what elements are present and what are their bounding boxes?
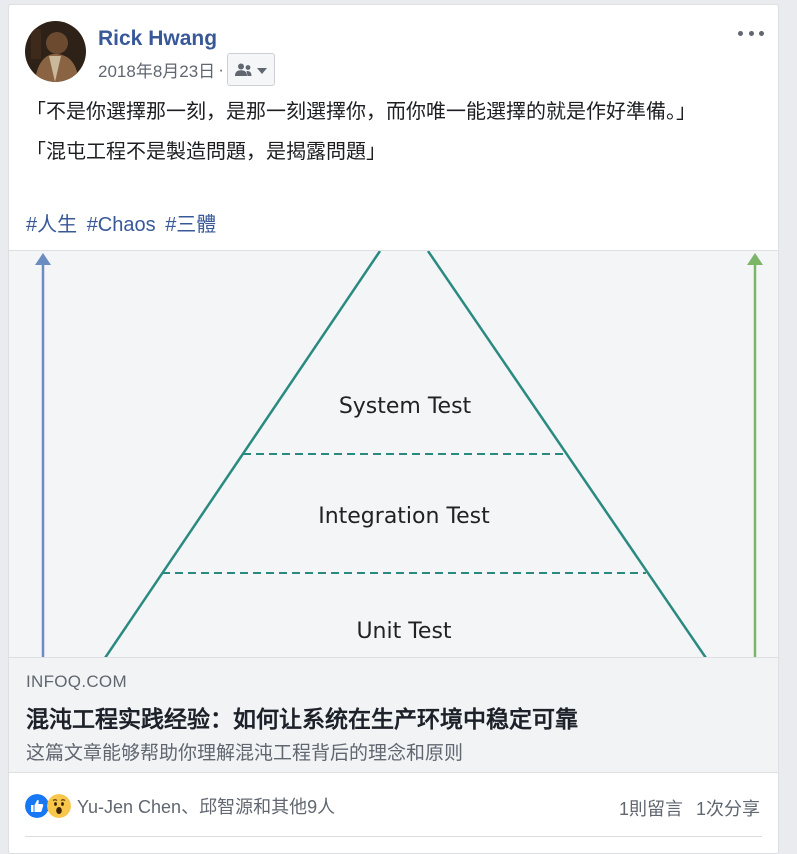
test-pyramid-diagram: System Test Integration Test Unit Test [35, 251, 763, 658]
avatar-image [25, 21, 86, 82]
post-paragraph: 「不是你選擇那一刻，是那一刻選擇你，而你唯一能選擇的就是作好準備。」 [26, 101, 696, 123]
hashtags: #人生 #Chaos #三體 [26, 208, 220, 237]
pyramid-label-integration: Integration Test [318, 504, 490, 529]
link-preview-image[interactable]: System Test Integration Test Unit Test [9, 250, 778, 658]
engagement-counts: 1則留言 1次分享 [619, 795, 760, 821]
link-preview-info[interactable]: INFOQ.COM 混沌工程实践经验：如何让系统在生产环境中稳定可靠 这篇文章能… [9, 657, 778, 773]
meta-separator: · [218, 59, 224, 79]
comment-count[interactable]: 1則留言 [619, 799, 683, 819]
post-paragraph: 「混屯工程不是製造問題，是揭露問題」 [26, 141, 386, 163]
post-meta: 2018年8月23日 · [98, 53, 275, 86]
footer-divider [25, 836, 762, 837]
more-options-icon[interactable] [738, 25, 764, 41]
hashtag-link[interactable]: #三體 [165, 214, 216, 236]
avatar[interactable] [25, 21, 86, 82]
share-count[interactable]: 1次分享 [696, 799, 760, 819]
hashtag-link[interactable]: #人生 [26, 214, 77, 236]
post-footer: Yu-Jen Chen、邱智源和其他9人 1則留言 1次分享 [9, 783, 778, 837]
chevron-down-icon [256, 67, 267, 74]
link-title[interactable]: 混沌工程实践经验：如何让系统在生产环境中稳定可靠 [26, 700, 578, 734]
reactions-summary[interactable]: Yu-Jen Chen、邱智源和其他9人 [25, 793, 335, 819]
left-arrow-head [35, 253, 51, 265]
audience-selector[interactable] [226, 53, 275, 86]
friends-icon [234, 63, 267, 76]
author-name[interactable]: Rick Hwang [98, 27, 217, 51]
pyramid-label-unit: Unit Test [356, 619, 451, 644]
post-text: 「不是你選擇那一刻，是那一刻選擇你，而你唯一能選擇的就是作好準備。」 「混屯工程… [26, 97, 761, 177]
right-arrow-head [747, 253, 763, 265]
link-domain: INFOQ.COM [26, 672, 127, 691]
post-timestamp[interactable]: 2018年8月23日 [98, 57, 215, 82]
pyramid-label-system: System Test [339, 394, 472, 419]
reactor-names[interactable]: Yu-Jen Chen、邱智源和其他9人 [77, 793, 335, 819]
post-card: Rick Hwang 2018年8月23日 · 「不是你選擇那一刻，是那一刻選擇… [8, 4, 779, 854]
hashtag-link[interactable]: #Chaos [87, 214, 156, 236]
like-icon [25, 794, 49, 818]
wow-icon [47, 794, 71, 818]
link-description: 这篇文章能够帮助你理解混沌工程背后的理念和原则 [26, 743, 464, 764]
